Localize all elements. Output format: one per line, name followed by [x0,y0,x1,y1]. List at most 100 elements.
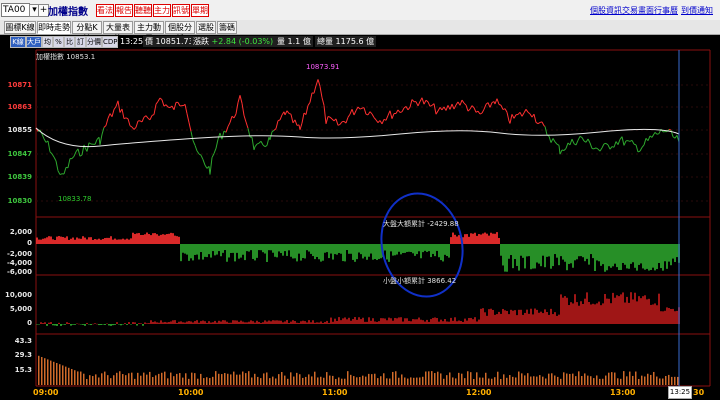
volume-bar [89,375,91,385]
small-order-bar [68,322,70,324]
small-order-bar [616,295,618,324]
big-order-bar [36,237,38,244]
small-order-bar [632,299,634,324]
price-segment [533,114,537,123]
big-order-bar [126,238,128,244]
small-order-bar [198,322,200,324]
big-order-bar [420,244,422,259]
small-order-bar [98,324,100,326]
price-segment [41,133,45,140]
big-order-bar [314,244,316,260]
volume-bar [179,373,181,385]
big-order-bar [76,237,78,244]
volume-bar [644,376,646,385]
big-order-bar [624,244,626,265]
big-order-bar [256,244,258,258]
small-order-bar [234,320,236,324]
small-order-bar [294,321,296,324]
small-order-bar [654,303,656,324]
price-segment [200,154,204,160]
big-order-bar [526,244,528,257]
small-order-bar [268,320,270,324]
volume-bar [575,376,577,385]
big-order-bar [130,238,132,244]
big-order-bar [118,239,120,244]
small-order-bar [620,294,622,324]
big-order-bar [40,239,42,244]
big-order-bar [474,232,476,244]
price-segment [521,112,525,117]
volume-bar [188,378,190,385]
small-order-bar [52,324,54,326]
price-segment [167,106,171,109]
big-order-bar [500,244,502,256]
volume-bar [335,378,337,385]
small-order-bar [428,321,430,324]
small-order-bar [376,321,378,324]
big-order-bar [376,244,378,261]
volume-bar [311,376,313,385]
volume-bar [170,372,172,385]
x-tick-end: 30 [693,388,705,397]
big-order-bar [598,244,600,262]
small-order-bar [510,309,512,324]
big-order-bar [222,244,224,253]
small-order-bar [630,292,632,324]
small-order-bar [502,308,504,324]
volume-bar [269,378,271,385]
volume-bar [557,376,559,385]
volume-bar [125,375,127,385]
volume-bar [308,374,310,385]
big-order-bar [104,238,106,244]
small-order-bar [540,311,542,324]
price-segment [407,106,411,111]
small-order-bar [530,308,532,324]
small-order-bar [130,324,132,325]
price-segment [194,145,198,152]
big-order-bar [482,233,484,244]
big-order-bar [182,244,184,253]
volume-bar [242,371,244,385]
big-order-bar [594,244,596,272]
small-order-bar [668,308,670,324]
big-order-bar [264,244,266,254]
big-order-bar [192,244,194,261]
big-order-bar [388,244,390,262]
big-order-bar [328,244,330,259]
price-segment [461,99,465,104]
volume-bar [110,378,112,385]
price-segment [145,115,149,119]
price-segment [245,121,249,129]
volume-bar [437,371,439,385]
volume-bar [608,372,610,385]
price-segment [101,127,105,135]
small-order-bar [366,321,368,324]
big-order-bar [72,237,74,244]
small-order-bar [158,322,160,324]
price-segment [435,110,439,115]
price-segment [409,99,413,108]
big-order-bar [470,233,472,244]
big-order-bar [574,244,576,261]
volume-bar [674,376,676,385]
small-order-bar [240,320,242,324]
big-order-bar [162,234,164,244]
small-order-bar [380,318,382,324]
big-order-bar [300,244,302,261]
price-segment [107,113,111,119]
big-order-bar [564,244,566,262]
small-order-bar [86,322,88,324]
volume-bar [290,372,292,385]
volume-bar [113,375,115,385]
big-order-bar [226,244,228,262]
big-order-bar [596,244,598,261]
price-segment [63,167,67,175]
price-segment [554,141,558,145]
big-order-bar [568,244,570,264]
big-order-bar [556,244,558,258]
volume-bar [512,376,514,385]
volume-bar [653,371,655,385]
small-order-bar [656,305,658,324]
price-segment [465,104,469,112]
big-order-bar [276,244,278,258]
